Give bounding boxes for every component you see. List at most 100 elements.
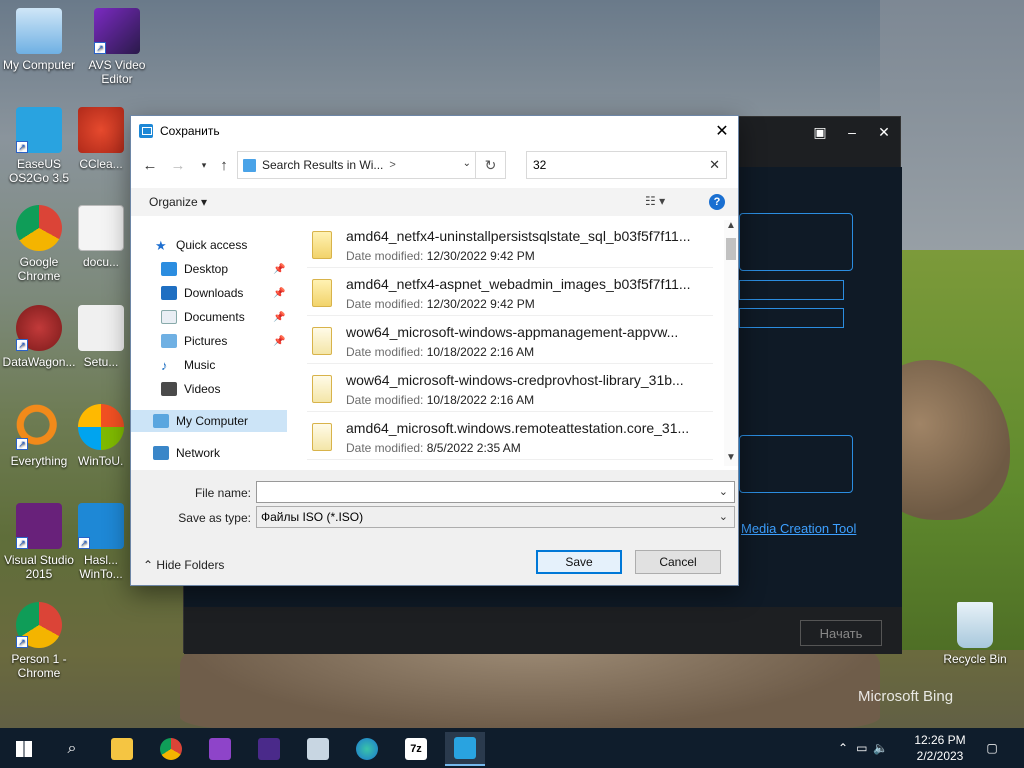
save-dialog: Сохранить ✕ ← → ▾ ↑ Search Results in Wi…	[130, 115, 739, 586]
notifications-icon[interactable]: ▢	[982, 728, 1002, 768]
file-date: Date modified: 12/30/2022 9:42 PM	[346, 249, 535, 263]
recent-locations-icon[interactable]: ▾	[193, 150, 215, 180]
file-explorer-icon[interactable]	[102, 732, 142, 766]
7zip-taskbar-icon[interactable]: 7z	[396, 732, 436, 766]
breadcrumb[interactable]: Search Results in Wi...	[262, 158, 383, 172]
nav-item-network[interactable]: Network	[153, 442, 220, 464]
app-minimize-button[interactable]: –	[836, 117, 868, 147]
volume-icon[interactable]: 🔈	[873, 741, 888, 755]
dialog-toolbar: Organize ▾ ☷ ▾ ?	[131, 188, 738, 216]
scroll-down-icon[interactable]: ▼	[725, 452, 737, 466]
start-button[interactable]: Начать	[800, 620, 882, 646]
desktop-icon-my-computer[interactable]: My Computer	[0, 8, 78, 72]
list-item[interactable]: amd64_microsoft.windows.remoteattestatio…	[307, 412, 713, 460]
downloads-icon	[161, 286, 177, 300]
documents-icon	[161, 310, 177, 324]
desktop-icon-google-chrome[interactable]: Google Chrome	[0, 205, 78, 283]
app-select-2[interactable]	[739, 308, 844, 328]
windows-start-icon[interactable]	[4, 732, 44, 766]
desktop-icon-datawagon[interactable]: ↗ DataWagon...	[0, 305, 78, 369]
view-options-icon[interactable]: ☷ ▾	[645, 194, 665, 208]
search-icon[interactable]: ⌕	[52, 732, 92, 766]
address-dropdown-icon[interactable]: ⌄	[463, 158, 471, 169]
hasleo-icon: ↗	[78, 503, 124, 549]
address-bar[interactable]: Search Results in Wi... > ⌄ ↻	[237, 151, 506, 179]
clock[interactable]: 12:26 PM 2/2/2023	[912, 732, 968, 764]
chrome-taskbar-icon[interactable]	[151, 732, 191, 766]
nav-item-downloads[interactable]: Downloads 📌	[161, 282, 293, 304]
app-close-button[interactable]: ✕	[868, 117, 900, 147]
nav-quick-access[interactable]: ★ Quick access	[155, 234, 247, 256]
save-button[interactable]: Save	[536, 550, 622, 574]
visual-studio-taskbar-icon[interactable]	[200, 732, 240, 766]
organize-button[interactable]: Organize ▾	[149, 195, 207, 209]
desktop-icon-person1-chrome[interactable]: ↗ Person 1 - Chrome	[0, 602, 78, 680]
refresh-icon[interactable]: ↻	[475, 152, 505, 178]
desktop-icon-recycle-bin[interactable]: Recycle Bin	[936, 602, 1014, 666]
list-item[interactable]: wow64_microsoft-windows-appmanagement-ap…	[307, 316, 713, 364]
desktop-icon-visual-studio[interactable]: ↗ Visual Studio 2015	[0, 503, 78, 581]
date-label: Date modified:	[346, 249, 424, 263]
desktop-icon-setup[interactable]: Setu...	[78, 305, 124, 369]
network-tray-icon[interactable]: ▭	[856, 741, 867, 755]
scroll-up-icon[interactable]: ▲	[725, 220, 737, 234]
file-name: amd64_netfx4-uninstallpersistsqlstate_sq…	[346, 228, 691, 244]
star-icon: ★	[155, 238, 167, 253]
chevron-down-icon[interactable]: ⌄	[719, 510, 728, 523]
list-item[interactable]: wow64_microsoft-windows-credprovhost-lib…	[307, 364, 713, 412]
clear-search-icon[interactable]: ✕	[709, 157, 720, 173]
list-item[interactable]: amd64_netfx4-aspnet_webadmin_images_b03f…	[307, 268, 713, 316]
desktop-icon-ccleaner[interactable]: CClea...	[78, 107, 124, 171]
app-select-1[interactable]	[739, 280, 844, 300]
pin-icon: 📌	[273, 287, 286, 299]
windows-logo	[16, 741, 32, 757]
list-item[interactable]: amd64_netfx4-uninstallpersistsqlstate_sq…	[307, 220, 713, 268]
network-icon	[153, 446, 169, 460]
scroll-thumb[interactable]	[726, 238, 736, 260]
desktop-icon-everything[interactable]: ↗ Everything	[0, 404, 78, 468]
nav-label: Downloads	[184, 286, 244, 300]
nav-item-pictures[interactable]: Pictures 📌	[161, 330, 293, 352]
chevron-up-icon[interactable]: ⌃	[838, 741, 848, 755]
help-icon[interactable]: ?	[709, 194, 725, 210]
desktop-icon-label: Visual Studio 2015	[4, 553, 74, 581]
desktop-icon-easeus[interactable]: ↗ EaseUS OS2Go 3.5	[0, 107, 78, 185]
pin-icon: 📌	[273, 311, 286, 323]
file-name-field[interactable]: ⌄	[256, 481, 735, 503]
desktop-icon-document[interactable]: docu...	[78, 205, 124, 269]
desktop-icon-label: Hasl... WinTo...	[79, 553, 123, 581]
app-dropdown-box[interactable]	[739, 213, 853, 271]
forward-icon[interactable]: →	[167, 150, 189, 180]
nav-item-videos[interactable]: Videos	[161, 378, 220, 400]
wintousb-icon	[78, 404, 124, 450]
active-app-taskbar-icon[interactable]	[445, 732, 485, 766]
back-icon[interactable]: ←	[139, 150, 161, 180]
breadcrumb-separator[interactable]: >	[389, 159, 395, 171]
system-tray: ⌃ ▭ 🔈	[838, 728, 888, 768]
save-as-type-select[interactable]: Файлы ISO (*.ISO) ⌄	[256, 506, 735, 528]
nav-item-desktop[interactable]: Desktop 📌	[161, 258, 293, 280]
edge-taskbar-icon[interactable]	[347, 732, 387, 766]
control-panel-taskbar-icon[interactable]	[298, 732, 338, 766]
desktop-icon-wintousb[interactable]: WinToU...	[78, 404, 124, 468]
hide-folders-button[interactable]: ⌃ Hide Folders	[143, 558, 224, 572]
desktop-icon-avs-video-editor[interactable]: ↗ AVS Video Editor	[78, 8, 156, 86]
dialog-close-button[interactable]: ✕	[706, 116, 738, 146]
nav-item-music[interactable]: ♪ Music	[161, 354, 215, 376]
desktop-icon-label: Person 1 - Chrome	[11, 652, 67, 680]
chevron-down-icon[interactable]: ⌄	[719, 485, 728, 498]
app-menu-button[interactable]: ▣	[804, 117, 836, 147]
media-creation-tool-link[interactable]: Media Creation Tool	[741, 521, 856, 536]
file-list-scrollbar[interactable]: ▲ ▼	[724, 220, 738, 466]
navigation-pane: ★ Quick access Desktop 📌 Downloads 📌 Doc…	[131, 220, 293, 467]
up-icon[interactable]: ↑	[213, 150, 235, 180]
search-input[interactable]: 32 ✕	[526, 151, 727, 179]
video-editor-taskbar-icon[interactable]	[249, 732, 289, 766]
folder-icon	[312, 327, 332, 355]
cancel-button[interactable]: Cancel	[635, 550, 721, 574]
nav-item-documents[interactable]: Documents 📌	[161, 306, 293, 328]
desktop-icon-hasleo[interactable]: ↗ Hasl... WinTo...	[78, 503, 124, 581]
file-name: wow64_microsoft-windows-appmanagement-ap…	[346, 324, 679, 340]
nav-item-my-computer[interactable]: My Computer	[131, 410, 287, 432]
folder-icon	[312, 231, 332, 259]
